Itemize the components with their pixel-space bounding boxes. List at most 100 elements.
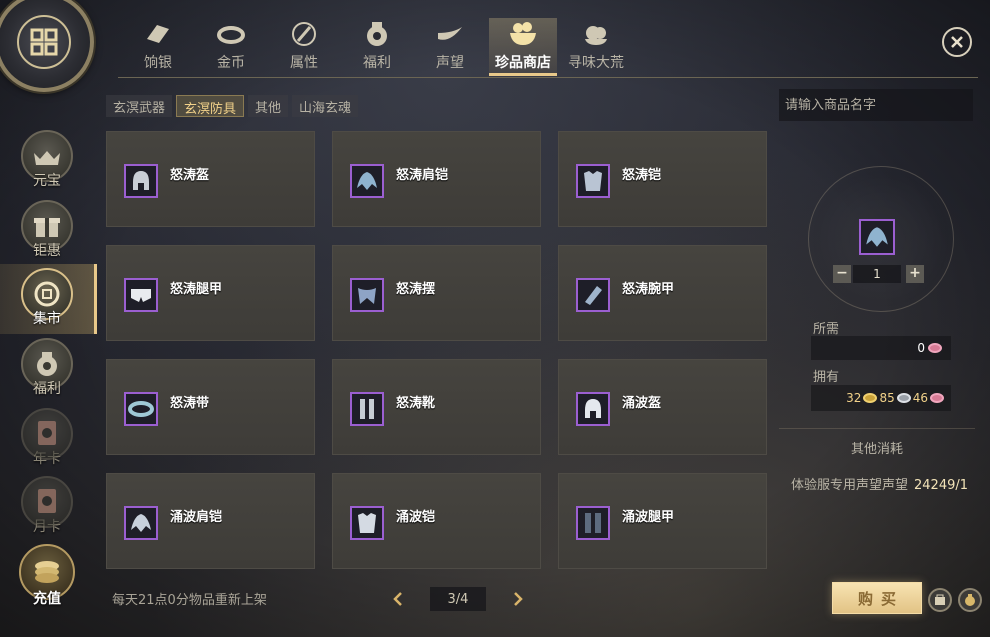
sidebar-item-label: 集市 [33,311,61,327]
quantity-decrease-button[interactable]: − [833,265,851,283]
page-indicator: 3/4 [430,587,486,611]
knot-emblem-icon [17,15,71,69]
chest-armor-icon [576,164,610,198]
close-icon [951,36,963,48]
tab-ingot[interactable]: 饷银 [124,18,192,74]
gold-coin-icon [863,393,878,403]
item-name: 怒涛铠 [622,168,662,183]
moneybag-icon [360,18,394,50]
sidebar-item-discount[interactable]: 钜惠 [18,200,76,272]
subtab-shanhai-soul[interactable]: 山海玄魂 [292,95,359,117]
item-card[interactable]: 怒涛腕甲 [558,245,767,341]
sidebar-item-recharge[interactable]: 充值 [18,544,76,616]
divider [779,428,975,429]
item-name: 涌波铠 [396,510,436,525]
item-name: 怒涛盔 [170,168,210,183]
horn-icon [433,18,467,50]
tab-label: 属性 [290,55,318,71]
sidebar-item-welfare[interactable]: 福利 [18,338,76,410]
item-card[interactable]: 涌波肩铠 [106,473,315,569]
leg-armor-icon [576,506,610,540]
tab-attributes[interactable]: 属性 [270,18,338,74]
subtab-xuanming-armor[interactable]: 玄溟防具 [176,95,245,117]
chevron-left-icon [393,592,402,606]
waist-cloth-icon [350,278,384,312]
item-grid: 怒涛盔 怒涛肩铠 怒涛铠 怒涛腿甲 怒涛摆 怒涛腕甲 怒涛带 怒涛靴 涌波盔 涌… [106,131,768,571]
tab-treasure-shop[interactable]: 珍品商店 [489,18,557,76]
tab-label: 金币 [217,55,245,71]
belt-icon [124,392,158,426]
item-card[interactable]: 怒涛带 [106,359,315,455]
shop-bag-button[interactable] [928,588,952,612]
tab-welfare[interactable]: 福利 [343,18,411,74]
other-cost-label: 体验服专用声望声望 [791,478,909,493]
close-button[interactable] [942,27,972,57]
treasure-bowl-icon [506,18,540,50]
item-card[interactable]: 涌波腿甲 [558,473,767,569]
helmet-icon [576,392,610,426]
required-cost: 0 [811,336,951,360]
sidebar-item-label: 福利 [33,381,61,397]
tab-label: 声望 [436,55,464,71]
required-value: 0 [917,341,925,355]
owned-pink-value: 46 [912,391,928,405]
item-card[interactable]: 怒涛肩铠 [332,131,541,227]
pink-coin-icon [930,393,944,403]
left-sidebar: 元宝 钜惠 集市 福利 年卡 月卡 充值 [0,120,97,637]
sidebar-item-month-card[interactable]: 月卡 [18,476,76,548]
subtab-xuanming-weapons[interactable]: 玄溟武器 [106,95,173,117]
tab-taste-wilderness[interactable]: 寻味大荒 [562,18,630,74]
fruit-plate-icon [579,18,613,50]
quantity-increase-button[interactable]: + [906,265,924,283]
item-card[interactable]: 怒涛摆 [332,245,541,341]
silver-coin-icon [896,393,911,403]
owned-label: 拥有 [813,370,840,385]
chevron-right-icon [514,592,523,606]
tab-label: 珍品商店 [495,55,551,71]
sidebar-item-year-card[interactable]: 年卡 [18,408,76,480]
item-name: 怒涛肩铠 [396,168,449,183]
item-name: 涌波腿甲 [622,510,675,525]
sidebar-item-market[interactable]: 集市 [0,264,97,340]
other-cost-row: 体验服专用声望声望 24249/1 [791,474,968,493]
search-input[interactable] [779,89,973,121]
owned-silver-value: 85 [879,391,895,405]
tab-gold-coin[interactable]: 金币 [197,18,265,74]
bag-icon [935,594,945,605]
sub-tab-bar: 玄溟武器 玄溟防具 其他 山海玄魂 [106,95,359,117]
item-card[interactable]: 怒涛铠 [558,131,767,227]
shoulder-armor-icon [350,164,384,198]
other-cost-value: 24249/1 [914,478,969,493]
item-card[interactable]: 涌波盔 [558,359,767,455]
item-name: 涌波盔 [622,396,662,411]
subtab-other[interactable]: 其他 [248,95,289,117]
pink-coin-icon [928,343,942,353]
chest-armor-icon [350,506,384,540]
tab-label: 寻味大荒 [568,55,624,71]
pagination: 3/4 [388,587,532,611]
coin-pouch-button[interactable] [958,588,982,612]
item-name: 涌波肩铠 [170,510,223,525]
item-card[interactable]: 涌波铠 [332,473,541,569]
tab-reputation[interactable]: 声望 [416,18,484,74]
month-card-icon [21,476,73,528]
restock-notice: 每天21点0分物品重新上架 [112,593,267,608]
item-name: 怒涛腕甲 [622,282,675,297]
pouch-icon [965,594,975,606]
sidebar-item-yuanbao[interactable]: 元宝 [18,130,76,202]
bracer-icon [576,278,610,312]
owned-balance: 32 85 46 [811,385,951,411]
year-card-icon [21,408,73,460]
buy-button[interactable]: 购买 [832,582,922,614]
quantity-value[interactable]: 1 [853,265,901,283]
sidebar-item-label: 充值 [33,591,61,607]
prev-page-button[interactable] [388,589,408,609]
item-name: 怒涛摆 [396,282,436,297]
item-card[interactable]: 怒涛腿甲 [106,245,315,341]
item-card[interactable]: 怒涛靴 [332,359,541,455]
coin-icon [214,18,248,50]
shoulder-armor-icon [124,506,158,540]
next-page-button[interactable] [508,589,528,609]
top-tab-bar: 饷银 金币 属性 福利 声望 珍品商店 寻味大荒 [118,18,978,78]
item-card[interactable]: 怒涛盔 [106,131,315,227]
